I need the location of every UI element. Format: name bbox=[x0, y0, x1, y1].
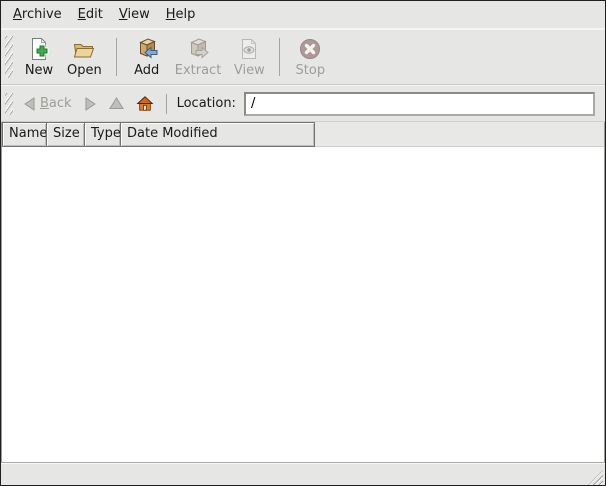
view-button-label: View bbox=[234, 63, 265, 78]
menu-view[interactable]: View bbox=[111, 3, 158, 26]
column-header-filler bbox=[315, 122, 604, 147]
open-button-label: Open bbox=[67, 63, 102, 78]
new-button[interactable]: New bbox=[17, 33, 61, 81]
resize-grip[interactable] bbox=[588, 470, 603, 485]
forward-button[interactable] bbox=[78, 94, 103, 114]
add-button-label: Add bbox=[134, 63, 159, 78]
back-arrow-icon bbox=[23, 97, 36, 111]
location-bar: Back Location: bbox=[1, 85, 605, 122]
home-icon bbox=[136, 95, 154, 112]
location-bar-grip[interactable] bbox=[5, 93, 13, 115]
file-list-frame: Name Size Type Date Modified bbox=[1, 122, 605, 462]
stop-button-label: Stop bbox=[296, 63, 326, 78]
toolbar-grip[interactable] bbox=[5, 36, 13, 78]
main-toolbar: New Open Add bbox=[1, 29, 605, 85]
column-header-type[interactable]: Type bbox=[85, 122, 121, 147]
extract-button[interactable]: Extract bbox=[169, 33, 228, 81]
column-header-date-modified[interactable]: Date Modified bbox=[121, 122, 315, 147]
stop-icon bbox=[298, 36, 322, 62]
toolbar-separator bbox=[116, 38, 117, 76]
location-bar-separator bbox=[166, 94, 167, 114]
location-input[interactable] bbox=[244, 92, 595, 116]
up-arrow-icon bbox=[109, 97, 124, 110]
open-archive-icon bbox=[72, 36, 96, 62]
archive-manager-window: Archive Edit View Help New bbox=[0, 0, 606, 486]
view-button[interactable]: View bbox=[227, 33, 271, 81]
menu-edit[interactable]: Edit bbox=[70, 3, 111, 26]
status-bar bbox=[1, 462, 605, 485]
location-label: Location: bbox=[177, 96, 236, 111]
new-archive-icon bbox=[27, 36, 51, 62]
column-header-name[interactable]: Name bbox=[2, 122, 47, 147]
toolbar-separator bbox=[279, 38, 280, 76]
home-button[interactable] bbox=[130, 92, 160, 115]
file-list-header: Name Size Type Date Modified bbox=[2, 122, 604, 147]
up-button[interactable] bbox=[103, 94, 130, 113]
view-file-icon bbox=[237, 36, 261, 62]
new-button-label: New bbox=[25, 63, 53, 78]
open-button[interactable]: Open bbox=[61, 33, 108, 81]
extract-button-label: Extract bbox=[175, 63, 222, 78]
extract-icon bbox=[186, 36, 210, 62]
back-button-label: Back bbox=[40, 96, 72, 111]
add-button[interactable]: Add bbox=[125, 33, 169, 81]
file-list[interactable] bbox=[2, 147, 604, 462]
menu-bar: Archive Edit View Help bbox=[1, 1, 605, 29]
back-button[interactable]: Back bbox=[17, 93, 78, 114]
column-header-size[interactable]: Size bbox=[47, 122, 85, 147]
menu-help[interactable]: Help bbox=[158, 3, 204, 26]
menu-archive[interactable]: Archive bbox=[5, 3, 70, 26]
add-files-icon bbox=[135, 36, 159, 62]
forward-arrow-icon bbox=[84, 97, 97, 111]
stop-button[interactable]: Stop bbox=[288, 33, 332, 81]
